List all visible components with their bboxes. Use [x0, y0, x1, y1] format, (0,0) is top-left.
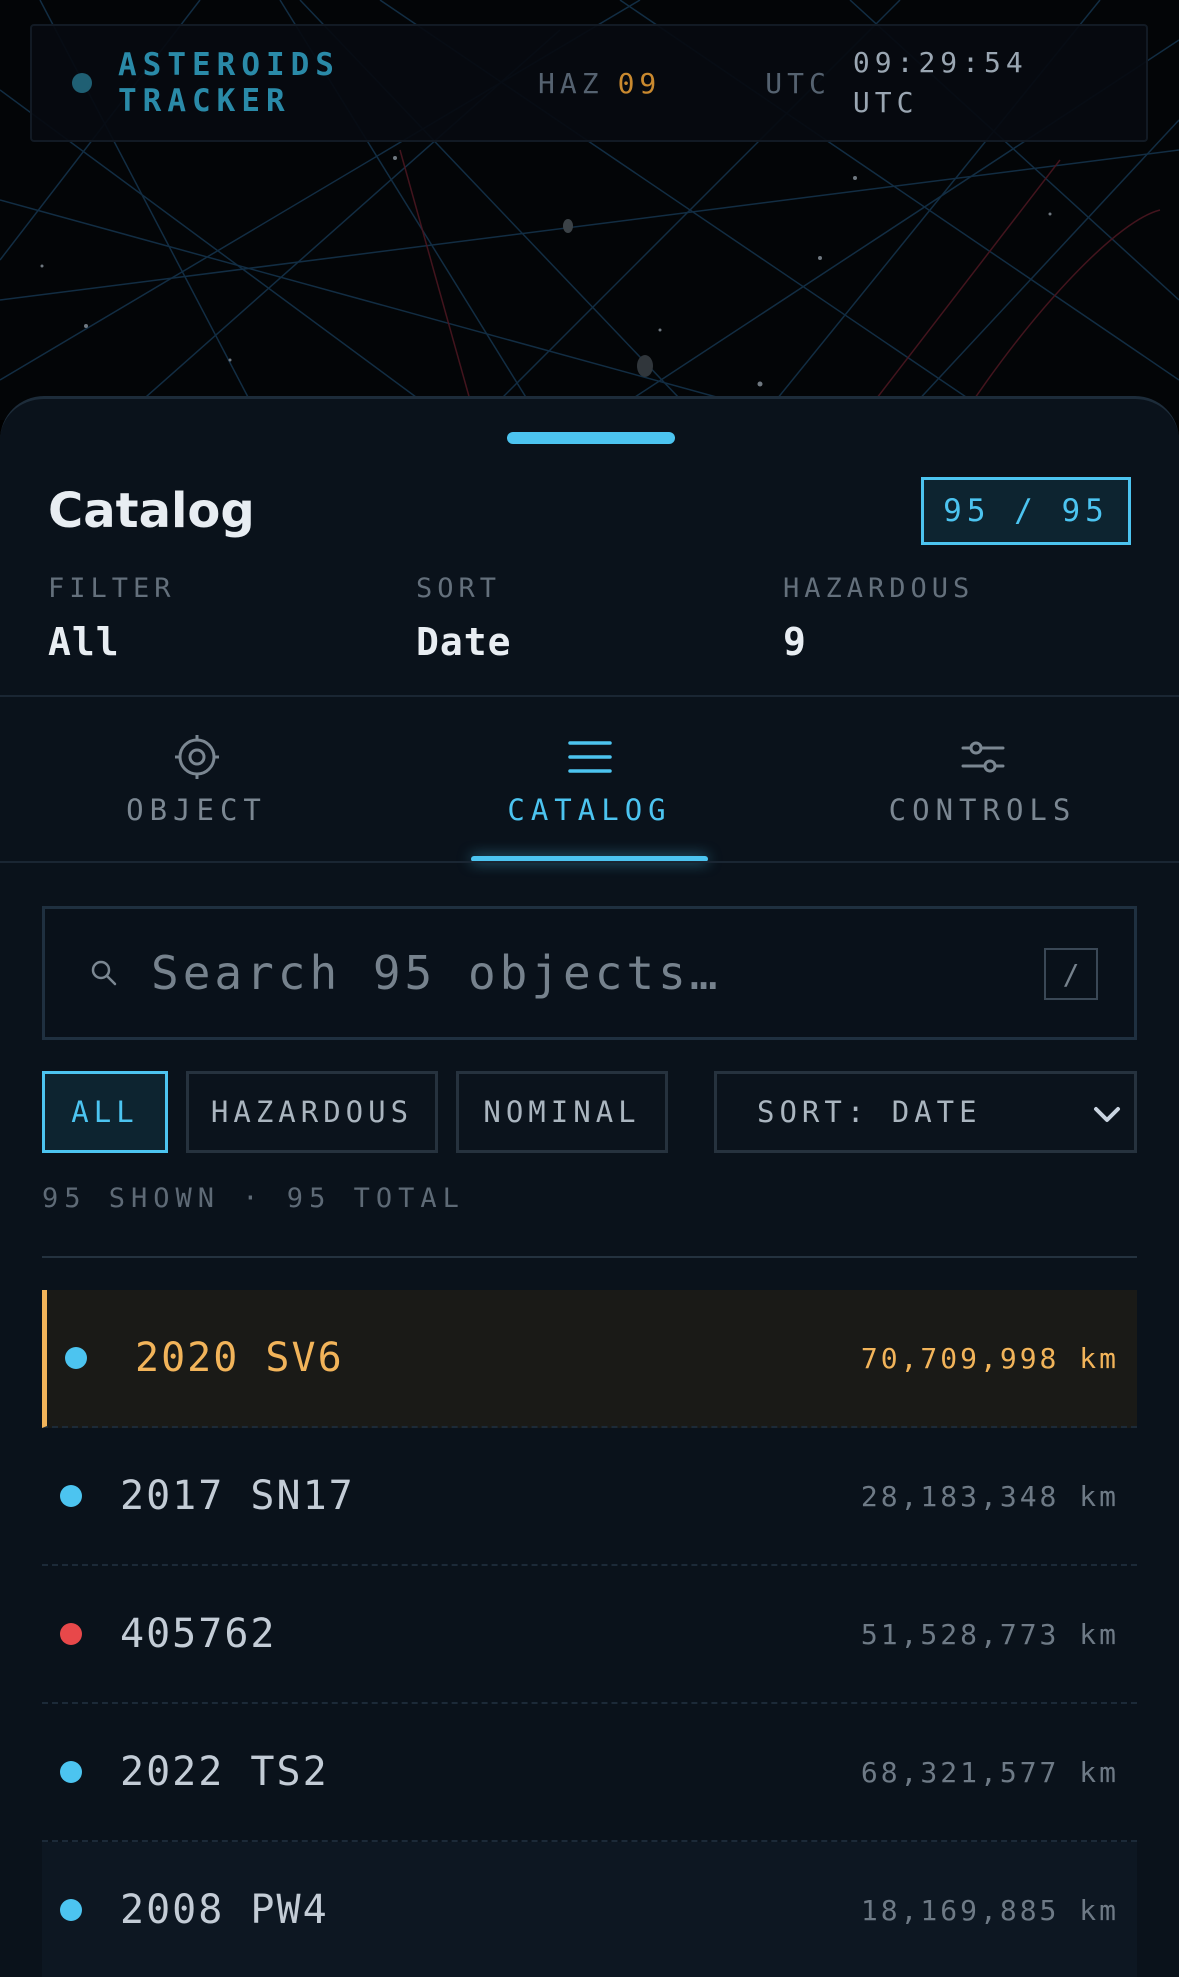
search-icon — [91, 960, 117, 986]
tab-catalog[interactable]: CATALOG — [393, 697, 786, 857]
sheet-title: Catalog — [48, 483, 255, 539]
list-item[interactable]: 405762 51,528,773 km — [42, 1566, 1137, 1704]
object-name: 2020 SV6 — [135, 1335, 344, 1381]
nominal-status-dot — [60, 1899, 82, 1921]
sort-stat: SORT Date — [416, 573, 512, 664]
utc-label: UTC — [765, 66, 831, 100]
results-summary: 95 SHOWN · 95 TOTAL — [42, 1183, 465, 1214]
tab-controls[interactable]: CONTROLS — [786, 697, 1179, 857]
tab-object[interactable]: OBJECT — [0, 697, 393, 857]
count-badge: 95 / 95 — [921, 477, 1131, 545]
filter-all-button[interactable]: ALL — [42, 1071, 168, 1153]
tab-object-label: OBJECT — [126, 793, 267, 827]
list-item[interactable]: 2017 SN17 28,183,348 km — [42, 1428, 1137, 1566]
object-distance: 51,528,773 km — [860, 1617, 1119, 1651]
filter-stat-label: FILTER — [48, 573, 176, 604]
list-icon — [567, 741, 612, 773]
list-item[interactable]: 2020 SV6 70,709,998 km — [42, 1290, 1137, 1428]
list-item[interactable]: 2008 PW4 18,169,885 km — [42, 1842, 1137, 1977]
filter-stat: FILTER All — [48, 573, 176, 664]
app-title: ASTEROIDS TRACKER — [118, 47, 340, 119]
nominal-status-dot — [65, 1347, 87, 1369]
sort-stat-label: SORT — [416, 573, 502, 604]
hazard-label: HAZ — [538, 66, 604, 100]
status-indicator — [72, 73, 92, 93]
search-shortcut-key: / — [1044, 948, 1098, 1000]
sort-dropdown[interactable]: SORT: DATE — [714, 1071, 1137, 1153]
divider — [0, 861, 1179, 863]
object-name: 2017 SN17 — [120, 1473, 355, 1519]
hazardous-stat: HAZARDOUS 9 — [783, 573, 974, 664]
nominal-status-dot — [60, 1761, 82, 1783]
tab-bar: OBJECT CATALOG CONTROLS — [0, 697, 1179, 857]
divider — [42, 1256, 1137, 1258]
space-view[interactable]: ASTEROIDS TRACKER HAZ 09 UTC 09:29:54 UT… — [0, 0, 1179, 420]
object-distance: 70,709,998 km — [860, 1341, 1119, 1375]
sliders-icon — [961, 741, 1004, 773]
chevron-down-icon — [1094, 1107, 1120, 1122]
hazardous-stat-value: 9 — [783, 620, 807, 664]
object-name: 405762 — [120, 1611, 277, 1657]
hazard-count: 09 — [617, 66, 662, 100]
nominal-status-dot — [60, 1485, 82, 1507]
object-name: 2008 PW4 — [120, 1887, 329, 1933]
utc-clock: 09:29:54 UTC — [852, 46, 1028, 119]
filter-stat-value: All — [48, 620, 120, 664]
filter-nominal-button[interactable]: NOMINAL — [456, 1071, 668, 1153]
filter-hazardous-button[interactable]: HAZARDOUS — [186, 1071, 438, 1153]
object-name: 2022 TS2 — [120, 1749, 329, 1795]
object-list: 2020 SV6 70,709,998 km 2017 SN17 28,183,… — [42, 1290, 1137, 1977]
object-distance: 28,183,348 km — [860, 1479, 1119, 1513]
search-box: / — [42, 906, 1137, 1040]
sheet-drag-handle[interactable] — [507, 432, 675, 444]
target-icon — [174, 735, 219, 779]
search-input[interactable] — [149, 945, 1009, 1001]
top-status-bar: ASTEROIDS TRACKER HAZ 09 UTC 09:29:54 UT… — [30, 24, 1148, 142]
hazard-status-dot — [60, 1623, 82, 1645]
tab-catalog-label: CATALOG — [507, 793, 672, 827]
object-distance: 18,169,885 km — [860, 1893, 1119, 1927]
sort-stat-value: Date — [416, 620, 512, 664]
object-distance: 68,321,577 km — [860, 1755, 1119, 1789]
tab-controls-label: CONTROLS — [888, 793, 1077, 827]
sort-dropdown-label: SORT: DATE — [757, 1095, 982, 1129]
list-item[interactable]: 2022 TS2 68,321,577 km — [42, 1704, 1137, 1842]
catalog-sheet: Catalog 95 / 95 FILTER All SORT Date HAZ… — [0, 396, 1179, 1977]
hazardous-stat-label: HAZARDOUS — [783, 573, 975, 604]
